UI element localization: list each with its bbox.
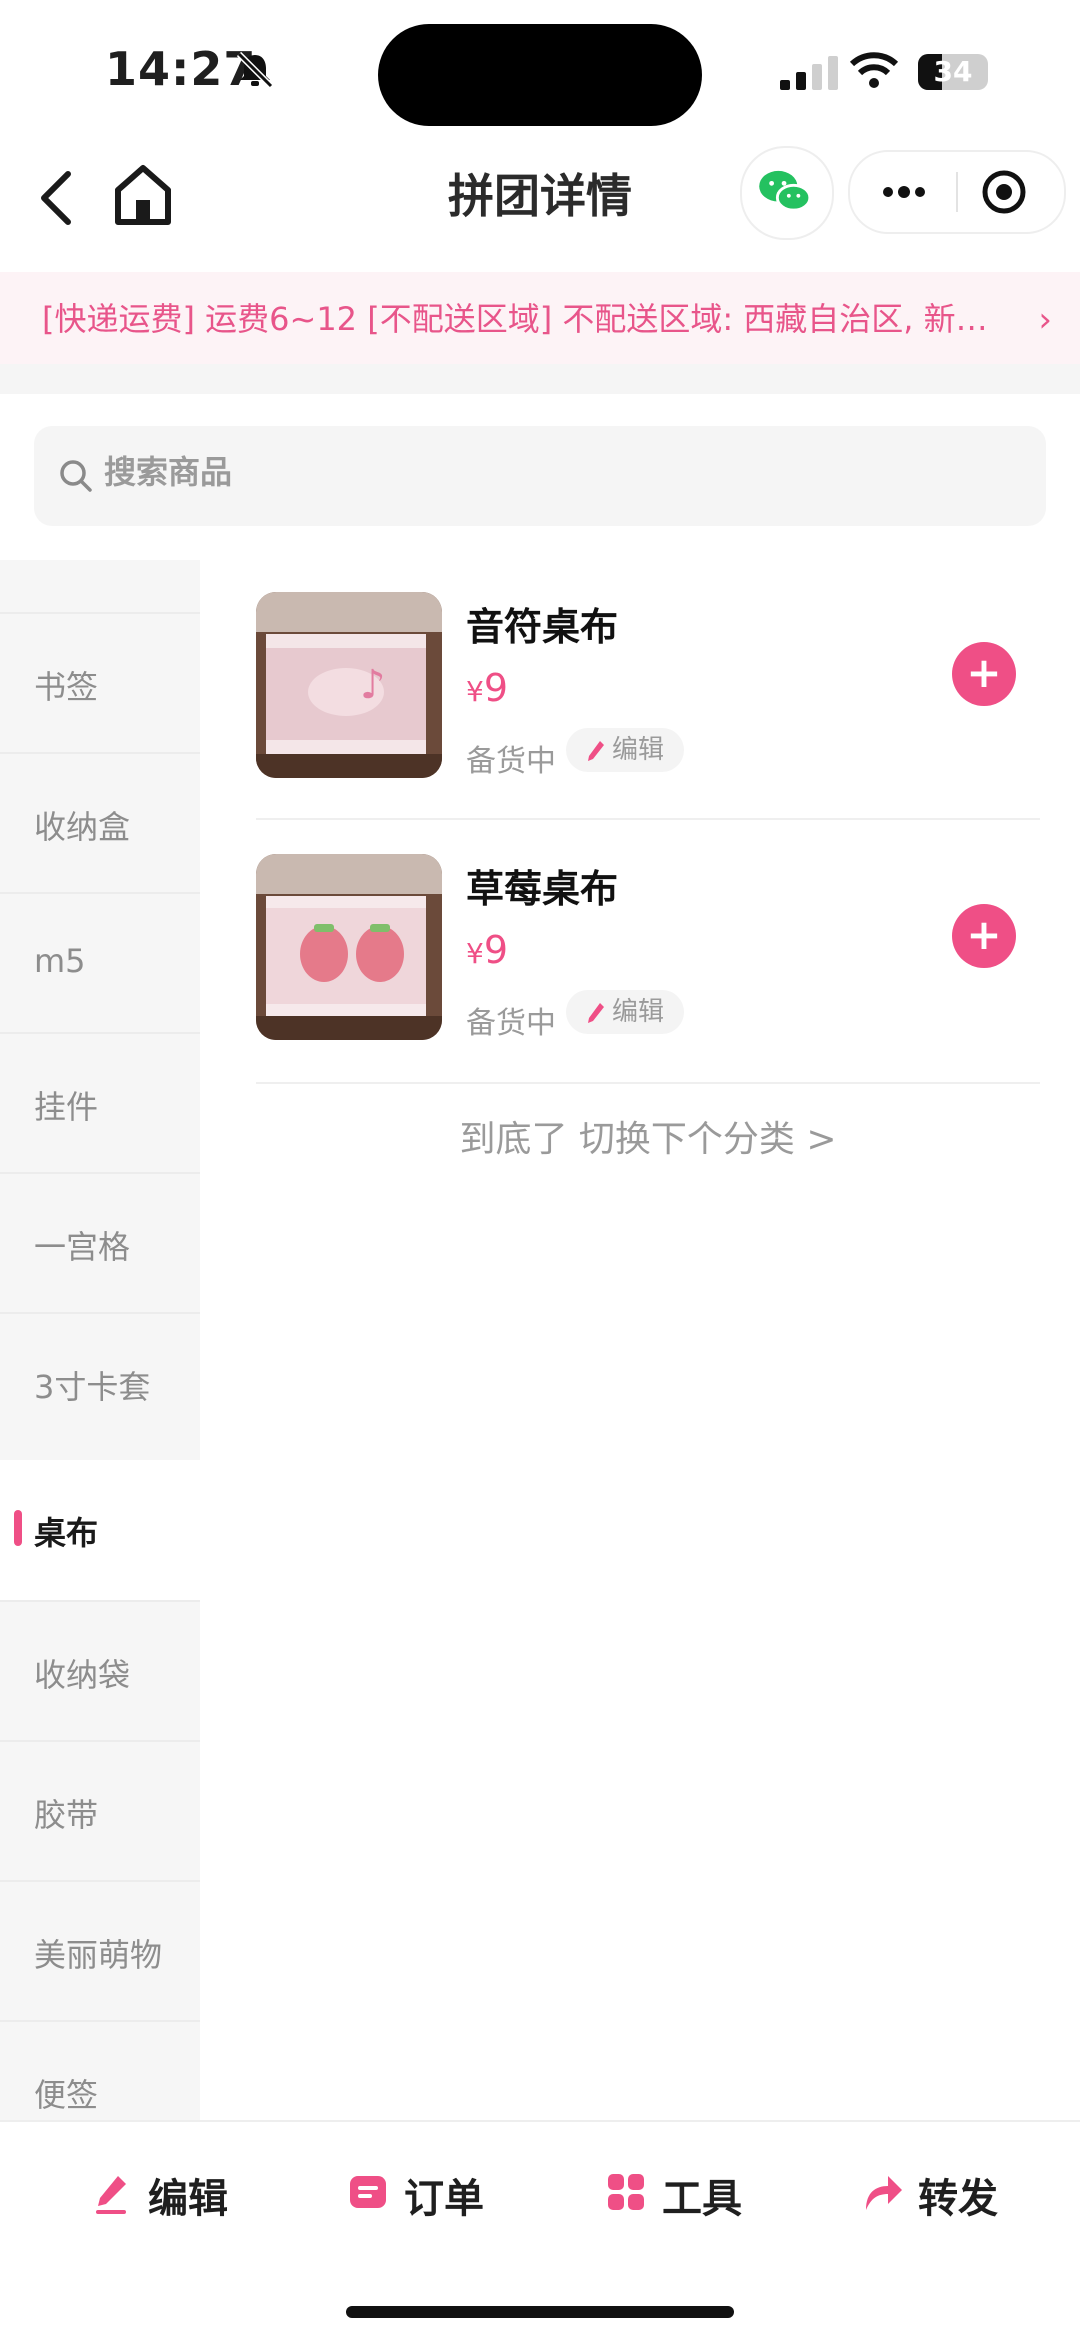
pencil-icon [588,1002,604,1023]
tab-label: 工具 [662,2176,742,2222]
search-bar[interactable] [34,426,1046,526]
chevron-right-icon: › [1038,300,1052,340]
tab-label: 订单 [404,2176,484,2222]
home-icon[interactable] [112,162,174,228]
sidebar-item-label: 收纳袋 [34,1656,131,1694]
sidebar-item-label: 书签 [34,668,99,706]
bell-muted-icon [236,51,274,89]
list-divider [256,1082,1040,1084]
home-indicator [346,2306,734,2318]
mini-program-capsule [848,150,1066,234]
tab-label: 转发 [918,2176,998,2222]
back-arrow-icon[interactable] [36,168,76,228]
shipping-notice-bar[interactable]: [快递运费] 运费6~12 [不配送区域] 不配送区域: 西藏自治区, 新疆维吾… [0,272,1080,364]
sidebar-item-storage-box[interactable]: 收纳盒 [0,752,200,892]
wifi-icon [850,52,898,88]
sidebar-item-label: 便签 [34,2076,99,2114]
sidebar-item-label: 3寸卡套 [34,1368,151,1406]
sidebar-item-label: 桌布 [34,1514,99,1552]
share-icon [866,2176,902,2210]
sidebar-item-label: m5 [34,942,86,980]
section-gap [0,364,1080,394]
shipping-notice-text: [快递运费] 运费6~12 [不配送区域] 不配送区域: 西藏自治区, 新疆维吾… [42,300,992,338]
category-sidebar: 书签 收纳盒 m5 挂件 一宫格 3寸卡套 桌布 收纳袋 胶带 美丽萌物 便签 [0,560,200,2120]
sidebar-item-card-sleeve[interactable]: 3寸卡套 [0,1312,200,1452]
product-price: ¥9 [466,666,508,710]
sidebar-item-tape[interactable]: 胶带 [0,1740,200,1880]
sidebar-item-storage-bag[interactable]: 收纳袋 [0,1600,200,1740]
product-price: ¥9 [466,928,508,972]
product-card[interactable]: 草莓桌布 ¥9 备货中 编辑 + [256,824,1040,1054]
svg-text:♪: ♪ [360,662,386,708]
add-to-cart-button[interactable]: + [952,642,1016,706]
close-target-icon[interactable] [958,152,1064,232]
next-category-link[interactable]: 到底了 切换下个分类 > [256,1110,1040,1162]
nav-bar: 拼团详情 [0,140,1080,270]
status-time: 14:27 [105,42,257,96]
price-value: 9 [483,928,509,972]
battery-indicator: 34 [918,54,988,90]
wechat-share-button[interactable] [740,146,834,240]
tab-label: 编辑 [148,2176,228,2222]
sidebar-item-m5[interactable]: m5 [0,892,200,1032]
sidebar-item-bookmarks[interactable]: 书签 [0,612,200,752]
stock-status: 备货中 [466,744,556,779]
order-icon [350,2176,386,2208]
list-divider [256,818,1040,820]
edit-product-button[interactable]: 编辑 [566,728,685,772]
cellular-signal-icon [780,56,838,90]
battery-level: 34 [933,55,973,88]
add-to-cart-button[interactable]: + [952,904,1016,968]
sidebar-item-label: 挂件 [34,1088,99,1126]
sidebar-item-label: 美丽萌物 [34,1936,163,1974]
edit-label: 编辑 [612,735,665,765]
currency-symbol: ¥ [466,937,484,970]
edit-label: 编辑 [612,997,665,1027]
sidebar-item-label: 胶带 [34,1796,99,1834]
pencil-icon [96,2176,126,2214]
product-card[interactable]: ♪ 音符桌布 ¥9 备货中 编辑 + [256,562,1040,792]
sidebar-item-single-grid[interactable]: 一宫格 [0,1172,200,1312]
grid-icon [608,2174,644,2210]
currency-symbol: ¥ [466,675,484,708]
wechat-icon [759,170,812,212]
sidebar-item-tablecloth[interactable]: 桌布 [0,1460,200,1600]
more-icon[interactable] [850,152,956,232]
product-name: 草莓桌布 [466,867,619,911]
search-input[interactable] [102,452,906,492]
product-name: 音符桌布 [466,605,619,649]
sidebar-item-label: 收纳盒 [34,808,131,846]
status-bar: 14:27 34 [0,0,1080,140]
edit-product-button[interactable]: 编辑 [566,990,685,1034]
pencil-icon [588,740,604,761]
stock-status: 备货中 [466,1006,556,1041]
sidebar-item-label: 一宫格 [34,1228,131,1266]
sidebar-item-cute-items[interactable]: 美丽萌物 [0,1880,200,2020]
sidebar-item-pendant[interactable]: 挂件 [0,1032,200,1172]
sidebar-item-sticky-notes[interactable]: 便签 [0,2020,200,2120]
product-image [256,854,442,1040]
product-image: ♪ [256,592,442,778]
price-value: 9 [483,666,509,710]
search-icon [60,460,92,492]
dynamic-island [378,24,702,126]
page-title: 拼团详情 [448,169,632,223]
